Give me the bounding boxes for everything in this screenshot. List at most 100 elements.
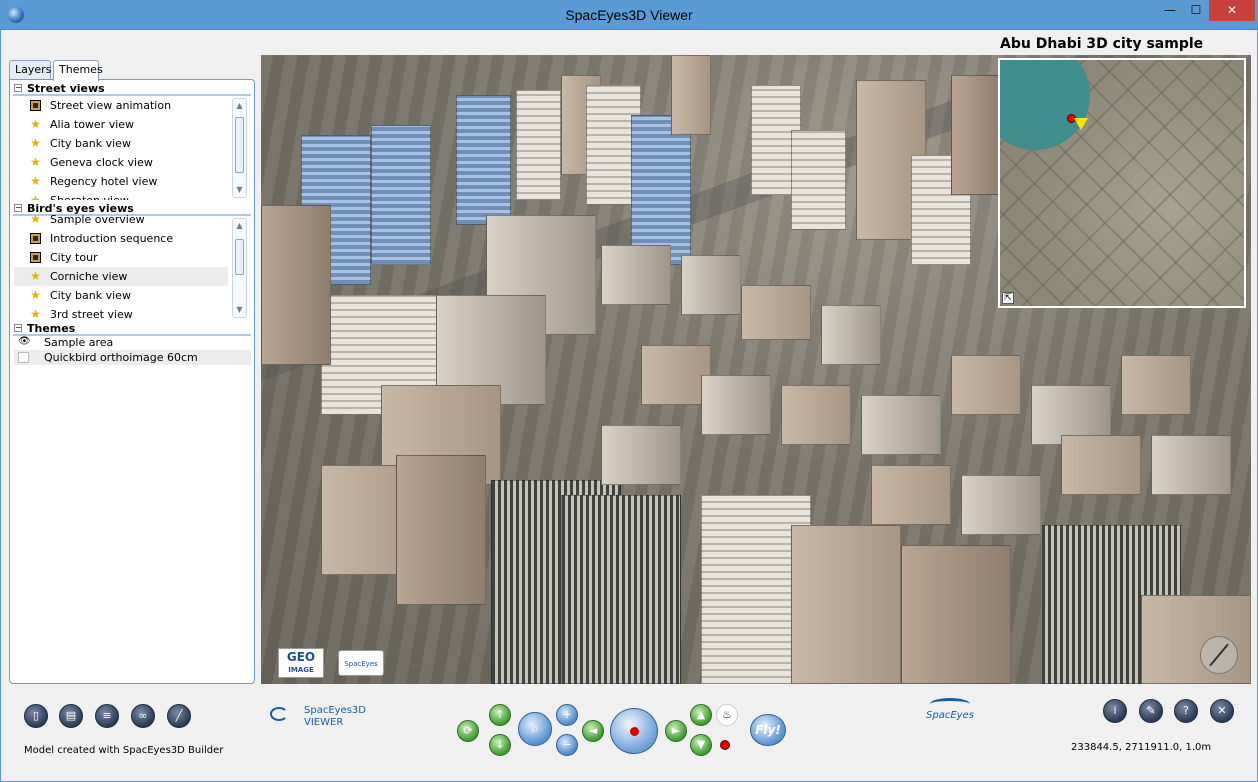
street-views-list: Street view animation ★ Alia tower view ★… bbox=[14, 96, 232, 200]
refresh-button[interactable]: ⟳ bbox=[457, 720, 479, 742]
brand-logo-mark bbox=[930, 698, 970, 710]
star-icon: ★ bbox=[30, 288, 41, 302]
list-item[interactable]: ★ Geneva clock view bbox=[14, 153, 228, 172]
window-title: SpacEyes3D Viewer bbox=[565, 7, 693, 23]
settings-wrench-button[interactable]: ✎ bbox=[1139, 699, 1163, 723]
building bbox=[1121, 355, 1191, 415]
building bbox=[861, 395, 941, 455]
collapse-icon[interactable]: − bbox=[14, 324, 22, 332]
themes-panel: − Street views Street view animation ★ Al… bbox=[9, 79, 255, 684]
list-item[interactable]: City tour bbox=[14, 248, 228, 267]
navigation-pad[interactable] bbox=[610, 708, 658, 754]
tilt-down-button[interactable]: ↓ bbox=[489, 734, 511, 756]
visibility-checkbox[interactable] bbox=[18, 352, 29, 363]
scroll-thumb[interactable] bbox=[235, 117, 244, 173]
scroll-up-icon[interactable]: ▲ bbox=[233, 219, 246, 233]
measure-ruler-button[interactable]: ╱ bbox=[167, 704, 191, 728]
record-button[interactable] bbox=[720, 740, 730, 750]
list-item[interactable]: ★ City bank view bbox=[14, 134, 228, 153]
exit-button[interactable]: ✕ bbox=[1210, 699, 1234, 723]
maximize-button[interactable]: ☐ bbox=[1183, 0, 1209, 21]
star-icon: ★ bbox=[30, 307, 41, 321]
water-area bbox=[1000, 60, 1090, 150]
themes-header[interactable]: − Themes bbox=[13, 322, 251, 336]
star-icon: ★ bbox=[30, 117, 41, 131]
list-item[interactable]: ★ Corniche view bbox=[14, 267, 228, 286]
eye-icon[interactable]: 👁 bbox=[18, 337, 31, 348]
list-item[interactable]: ★ Alia tower view bbox=[14, 115, 228, 134]
tab-themes[interactable]: Themes bbox=[53, 60, 103, 81]
birds-eye-views-scrollbar[interactable]: ▲ ▼ bbox=[232, 218, 247, 318]
list-item[interactable]: ★Sheraton view bbox=[14, 191, 228, 200]
zoom-out-button[interactable]: − bbox=[556, 734, 578, 756]
viewer-logo-mark bbox=[270, 707, 288, 721]
geo-image-logo: GEO IMAGE bbox=[278, 648, 324, 678]
star-icon: ★ bbox=[30, 269, 41, 283]
street-views-header[interactable]: − Street views bbox=[13, 82, 251, 96]
list-item[interactable]: Street view animation bbox=[14, 96, 228, 115]
building bbox=[791, 525, 901, 684]
scroll-up-icon[interactable]: ▲ bbox=[233, 99, 246, 113]
star-icon: ★ bbox=[30, 174, 41, 188]
building bbox=[1141, 595, 1251, 684]
list-item[interactable]: ★ City bank view bbox=[14, 286, 228, 305]
building bbox=[1061, 435, 1141, 495]
theme-row-sample-area[interactable]: 👁 Sample area bbox=[14, 335, 251, 350]
tab-layers[interactable]: Layers bbox=[9, 60, 51, 80]
scroll-down-icon[interactable]: ▼ bbox=[233, 183, 246, 197]
rotate-right-button[interactable]: ► bbox=[665, 720, 687, 742]
building bbox=[701, 375, 771, 435]
view-direction-marker bbox=[1074, 118, 1088, 130]
building bbox=[821, 305, 881, 365]
film-icon bbox=[30, 100, 41, 111]
compass-icon[interactable] bbox=[1200, 636, 1238, 674]
building bbox=[961, 475, 1041, 535]
model-credit-text: Model created with SpacEyes3D Builder bbox=[24, 745, 224, 756]
building bbox=[951, 75, 1001, 195]
info-button[interactable]: i bbox=[1103, 699, 1127, 723]
list-item[interactable]: Introduction sequence bbox=[14, 229, 228, 248]
open-folder-button[interactable]: ▤ bbox=[59, 704, 83, 728]
building bbox=[456, 95, 511, 225]
list-item[interactable]: ★ Sample overview bbox=[14, 210, 228, 229]
zoom-in-button[interactable]: + bbox=[556, 704, 578, 726]
street-views-scrollbar[interactable]: ▲ ▼ bbox=[232, 98, 247, 198]
move-up-button[interactable]: ▲ bbox=[690, 704, 712, 726]
zoom-tool-button[interactable]: ⌕ bbox=[518, 712, 552, 746]
building bbox=[781, 385, 851, 445]
building bbox=[261, 205, 331, 365]
building bbox=[951, 355, 1021, 415]
move-down-button[interactable]: ▼ bbox=[690, 734, 712, 756]
building bbox=[516, 90, 561, 200]
close-button[interactable]: ✕ bbox=[1209, 0, 1255, 21]
new-document-button[interactable]: ▯ bbox=[24, 704, 48, 728]
film-icon bbox=[30, 252, 41, 263]
collapse-icon[interactable]: − bbox=[14, 84, 22, 92]
building bbox=[396, 455, 486, 605]
rotate-left-button[interactable]: ◄ bbox=[582, 720, 604, 742]
expand-icon[interactable]: ⇱ bbox=[1002, 292, 1014, 304]
layers-button[interactable]: ≡ bbox=[95, 704, 119, 728]
theme-row-quickbird[interactable]: Quickbird orthoimage 60cm bbox=[14, 350, 251, 365]
list-item[interactable]: ★ Regency hotel view bbox=[14, 172, 228, 191]
minimize-button[interactable]: — bbox=[1157, 0, 1183, 21]
nav-center-icon[interactable] bbox=[630, 727, 639, 736]
building bbox=[371, 125, 431, 265]
star-icon: ★ bbox=[30, 136, 41, 150]
building bbox=[1151, 435, 1231, 495]
building bbox=[601, 245, 671, 305]
flame-icon[interactable]: ♨ bbox=[716, 704, 738, 726]
birds-eye-views-list: ★ Sample overview Introduction sequence C… bbox=[14, 210, 232, 322]
tilt-up-button[interactable]: ↑ bbox=[489, 704, 511, 726]
list-item[interactable]: ★ 3rd street view bbox=[14, 305, 228, 322]
scroll-thumb[interactable] bbox=[235, 239, 244, 275]
help-button[interactable]: ? bbox=[1174, 699, 1198, 723]
scroll-down-icon[interactable]: ▼ bbox=[233, 303, 246, 317]
spaceyes-brand-logo: SpacEyes bbox=[926, 698, 974, 721]
fly-button[interactable]: Fly! bbox=[750, 714, 786, 746]
binoculars-button[interactable]: ∞ bbox=[131, 704, 155, 728]
star-icon: ★ bbox=[30, 155, 41, 169]
building bbox=[791, 130, 846, 230]
star-icon: ★ bbox=[30, 193, 41, 200]
overview-minimap[interactable]: ⇱ bbox=[998, 58, 1246, 308]
